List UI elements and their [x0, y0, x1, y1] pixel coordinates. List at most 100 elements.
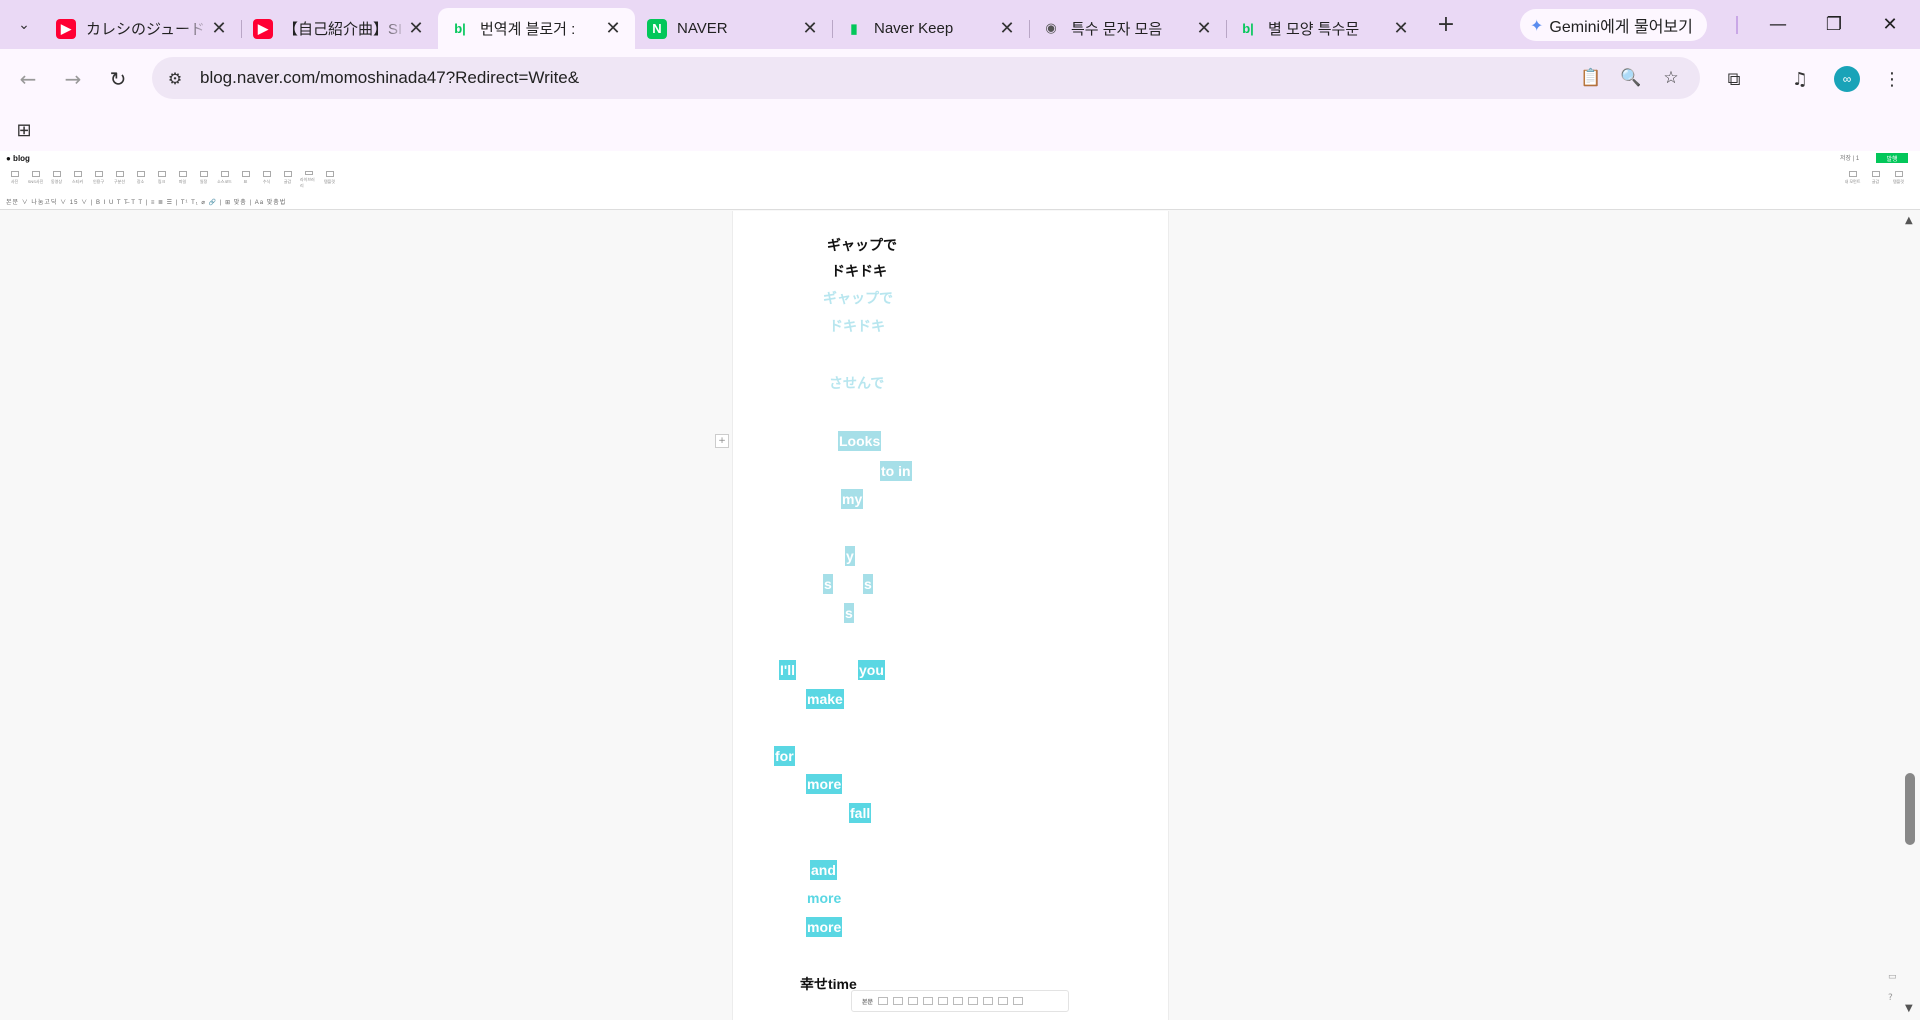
bottom-tool[interactable]: [923, 997, 934, 1005]
bottom-tool[interactable]: [953, 997, 964, 1005]
bottom-tool[interactable]: [893, 997, 904, 1005]
window-close-button[interactable]: ✕: [1862, 0, 1918, 49]
close-icon[interactable]: ✕: [406, 18, 426, 39]
tool-sns-photo[interactable]: SNS사진: [27, 171, 44, 189]
text-line[interactable]: and: [810, 860, 837, 880]
tab-0[interactable]: ▶ カレシのジュード ✕: [44, 8, 242, 49]
text-line[interactable]: s: [863, 574, 873, 594]
text-line[interactable]: ギャップで: [827, 235, 897, 255]
bookmark-star-icon[interactable]: ☆: [1656, 63, 1686, 93]
text-line[interactable]: Looks: [838, 431, 882, 451]
bottom-tool[interactable]: [1013, 997, 1024, 1005]
tool-source-code[interactable]: 소스코드: [216, 171, 233, 189]
close-icon[interactable]: ✕: [209, 18, 229, 39]
bottom-tool[interactable]: [938, 997, 949, 1005]
tool-link[interactable]: 링크: [153, 171, 170, 189]
extensions-icon[interactable]: ⧉: [1718, 63, 1750, 95]
text-line[interactable]: make: [806, 689, 844, 709]
page-scrollbar[interactable]: ▲ ▼: [1900, 211, 1920, 1020]
tool-schedule[interactable]: 일정: [195, 171, 212, 189]
bottom-tool[interactable]: [998, 997, 1009, 1005]
forward-button[interactable]: →: [57, 63, 89, 95]
new-tab-button[interactable]: +: [1429, 8, 1463, 42]
close-icon[interactable]: ✕: [603, 18, 623, 39]
text-line[interactable]: for: [774, 746, 795, 766]
add-component-button[interactable]: +: [715, 434, 729, 448]
text-line[interactable]: y: [845, 546, 855, 566]
tool-video[interactable]: 동영상: [48, 171, 65, 189]
text-line[interactable]: させんで: [829, 373, 884, 393]
tool-library[interactable]: 라이브러리: [300, 171, 317, 189]
tool-formula[interactable]: 수식: [258, 171, 275, 189]
tab-6[interactable]: b| 별 모양 특수문 ✕: [1226, 8, 1423, 49]
text-line[interactable]: I'll: [779, 660, 796, 680]
globe-icon: ◉: [1045, 21, 1057, 36]
tool-template[interactable]: 템플릿: [321, 171, 338, 189]
gemini-button[interactable]: ✦ Gemini에게 물어보기: [1520, 9, 1707, 41]
close-icon[interactable]: ✕: [1391, 18, 1411, 39]
text-line[interactable]: 幸せtime: [800, 974, 857, 994]
blog-logo[interactable]: ● blog: [6, 154, 30, 163]
url-text[interactable]: blog.naver.com/momoshinada47?Redirect=Wr…: [200, 68, 579, 88]
profile-avatar[interactable]: ∞: [1834, 66, 1860, 92]
scroll-up-arrow-icon[interactable]: ▲: [1905, 215, 1913, 226]
scroll-down-arrow-icon[interactable]: ▼: [1905, 1003, 1913, 1014]
text-line[interactable]: ドキドキ: [829, 316, 885, 336]
text-line[interactable]: more: [806, 917, 843, 937]
tool-quote[interactable]: 인용구: [90, 171, 107, 189]
publish-button[interactable]: 발행: [1876, 153, 1908, 163]
minimize-button[interactable]: —: [1750, 0, 1806, 49]
text-line[interactable]: you: [858, 660, 885, 680]
tool-table[interactable]: 표: [237, 171, 254, 189]
text-line[interactable]: s: [823, 574, 833, 594]
clipboard-icon[interactable]: 📋: [1576, 63, 1606, 93]
text-line[interactable]: ドキドキ: [831, 261, 887, 281]
format-toolbar[interactable]: 본문 ∨ 나눔고딕 ∨ 15 ∨ | B I U T T̶ T T | ≡ ≣ …: [6, 197, 286, 206]
tool-moment[interactable]: 내 모먼트: [1844, 171, 1861, 189]
tool-divider[interactable]: 구분선: [111, 171, 128, 189]
tab-1[interactable]: ▶ 【自己紹介曲】SI ✕: [241, 8, 438, 49]
site-info-icon[interactable]: ⚙: [160, 63, 190, 93]
reload-button[interactable]: ↻: [102, 63, 134, 95]
save-status[interactable]: 저장 | 1: [1840, 153, 1859, 162]
restore-button[interactable]: ❐: [1806, 0, 1862, 49]
browser-menu-icon[interactable]: ⋮: [1876, 63, 1908, 95]
tab-4[interactable]: ▮ Naver Keep ✕: [832, 8, 1030, 49]
scroll-thumb[interactable]: [1905, 773, 1915, 845]
text-line[interactable]: my: [841, 489, 864, 509]
bottom-tool[interactable]: [968, 997, 979, 1005]
close-icon[interactable]: ✕: [1194, 18, 1214, 39]
back-button[interactable]: ←: [12, 63, 44, 95]
bottom-tool[interactable]: [878, 997, 889, 1005]
address-bar[interactable]: ⚙ blog.naver.com/momoshinada47?Redirect=…: [152, 57, 1700, 99]
comment-icon[interactable]: ▭: [1888, 972, 1897, 982]
tool-photo[interactable]: 사진: [6, 171, 23, 189]
bottom-tool[interactable]: [983, 997, 994, 1005]
tool-template-right[interactable]: 템플릿: [1890, 171, 1907, 189]
apps-grid-icon[interactable]: ⊞: [10, 116, 38, 144]
text-line[interactable]: fall: [849, 803, 872, 823]
tool-material-right[interactable]: 글감: [1867, 171, 1884, 189]
text-line[interactable]: more: [806, 888, 842, 908]
right-toolbar: 내 모먼트 글감 템플릿: [1844, 171, 1907, 189]
close-icon[interactable]: ✕: [997, 18, 1017, 39]
close-icon[interactable]: ✕: [800, 18, 820, 39]
tab-search-button[interactable]: ⌄: [8, 9, 40, 41]
tab-3[interactable]: N NAVER ✕: [635, 8, 833, 49]
document-paper[interactable]: ギャップで ドキドキ ギャップで ドキドキ させんで Looks to in m…: [732, 211, 1169, 1020]
text-line[interactable]: s: [844, 603, 854, 623]
help-icon[interactable]: ?: [1888, 993, 1893, 1003]
text-line[interactable]: more: [806, 774, 843, 794]
tool-material[interactable]: 글감: [279, 171, 296, 189]
text-line[interactable]: ギャップで: [823, 288, 893, 308]
tab-2[interactable]: b| 번역계 블로거 : ✕: [438, 8, 635, 49]
bottom-tool[interactable]: [908, 997, 919, 1005]
tool-file[interactable]: 파일: [174, 171, 191, 189]
tool-place[interactable]: 장소: [132, 171, 149, 189]
bottom-floating-toolbar[interactable]: 본문: [851, 990, 1069, 1012]
tool-sticker[interactable]: 스티커: [69, 171, 86, 189]
text-line[interactable]: to in: [880, 461, 912, 481]
zoom-icon[interactable]: 🔍: [1616, 63, 1646, 93]
tab-5[interactable]: ◉ 특수 문자 모음 ✕: [1029, 8, 1227, 49]
media-control-icon[interactable]: ♫: [1784, 63, 1816, 95]
